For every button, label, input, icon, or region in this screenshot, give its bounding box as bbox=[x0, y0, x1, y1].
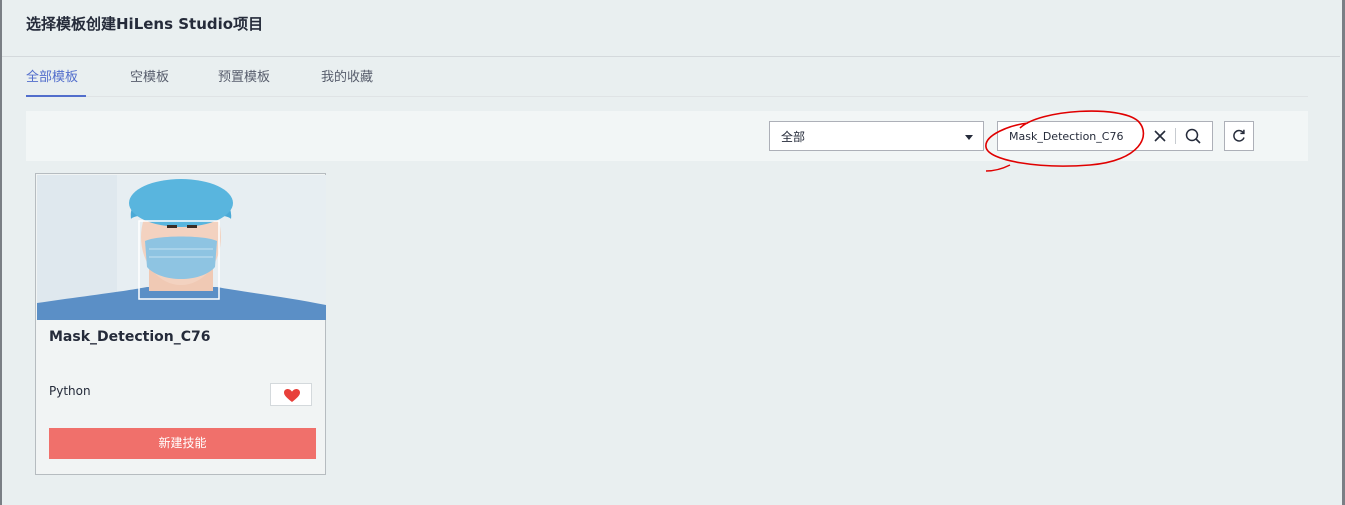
category-select[interactable]: 全部 bbox=[769, 121, 984, 151]
tab-my-favorites[interactable]: 我的收藏 bbox=[321, 66, 373, 85]
tab-all-templates[interactable]: 全部模板 bbox=[26, 66, 78, 85]
template-language: Python bbox=[49, 384, 91, 398]
template-tabs: 全部模板 空模板 预置模板 我的收藏 bbox=[26, 60, 1308, 97]
search-input[interactable] bbox=[998, 122, 1148, 150]
dialog-header: 选择模板创建HiLens Studio项目 bbox=[2, 0, 1340, 57]
page-title: 选择模板创建HiLens Studio项目 bbox=[26, 15, 264, 33]
filter-toolbar: 全部 bbox=[26, 111, 1308, 161]
category-select-value: 全部 bbox=[781, 130, 806, 144]
create-skill-button[interactable]: 新建技能 bbox=[49, 428, 316, 459]
refresh-icon bbox=[1233, 129, 1245, 142]
heart-icon bbox=[284, 389, 300, 402]
active-tab-indicator bbox=[26, 95, 86, 97]
refresh-button[interactable] bbox=[1224, 121, 1254, 151]
close-icon[interactable] bbox=[1150, 126, 1170, 146]
window-left-border bbox=[0, 0, 2, 505]
template-name: Mask_Detection_C76 bbox=[49, 329, 211, 345]
template-thumbnail bbox=[37, 175, 326, 320]
search-divider bbox=[1175, 128, 1176, 144]
tab-preset-templates[interactable]: 预置模板 bbox=[218, 66, 270, 85]
favorite-button[interactable] bbox=[270, 383, 312, 406]
template-card[interactable]: Mask_Detection_C76 Python 新建技能 bbox=[35, 173, 326, 475]
tab-empty-template[interactable]: 空模板 bbox=[130, 66, 169, 85]
search-icon[interactable] bbox=[1183, 126, 1203, 146]
caret-down-icon bbox=[965, 135, 973, 140]
search-box bbox=[997, 121, 1213, 151]
